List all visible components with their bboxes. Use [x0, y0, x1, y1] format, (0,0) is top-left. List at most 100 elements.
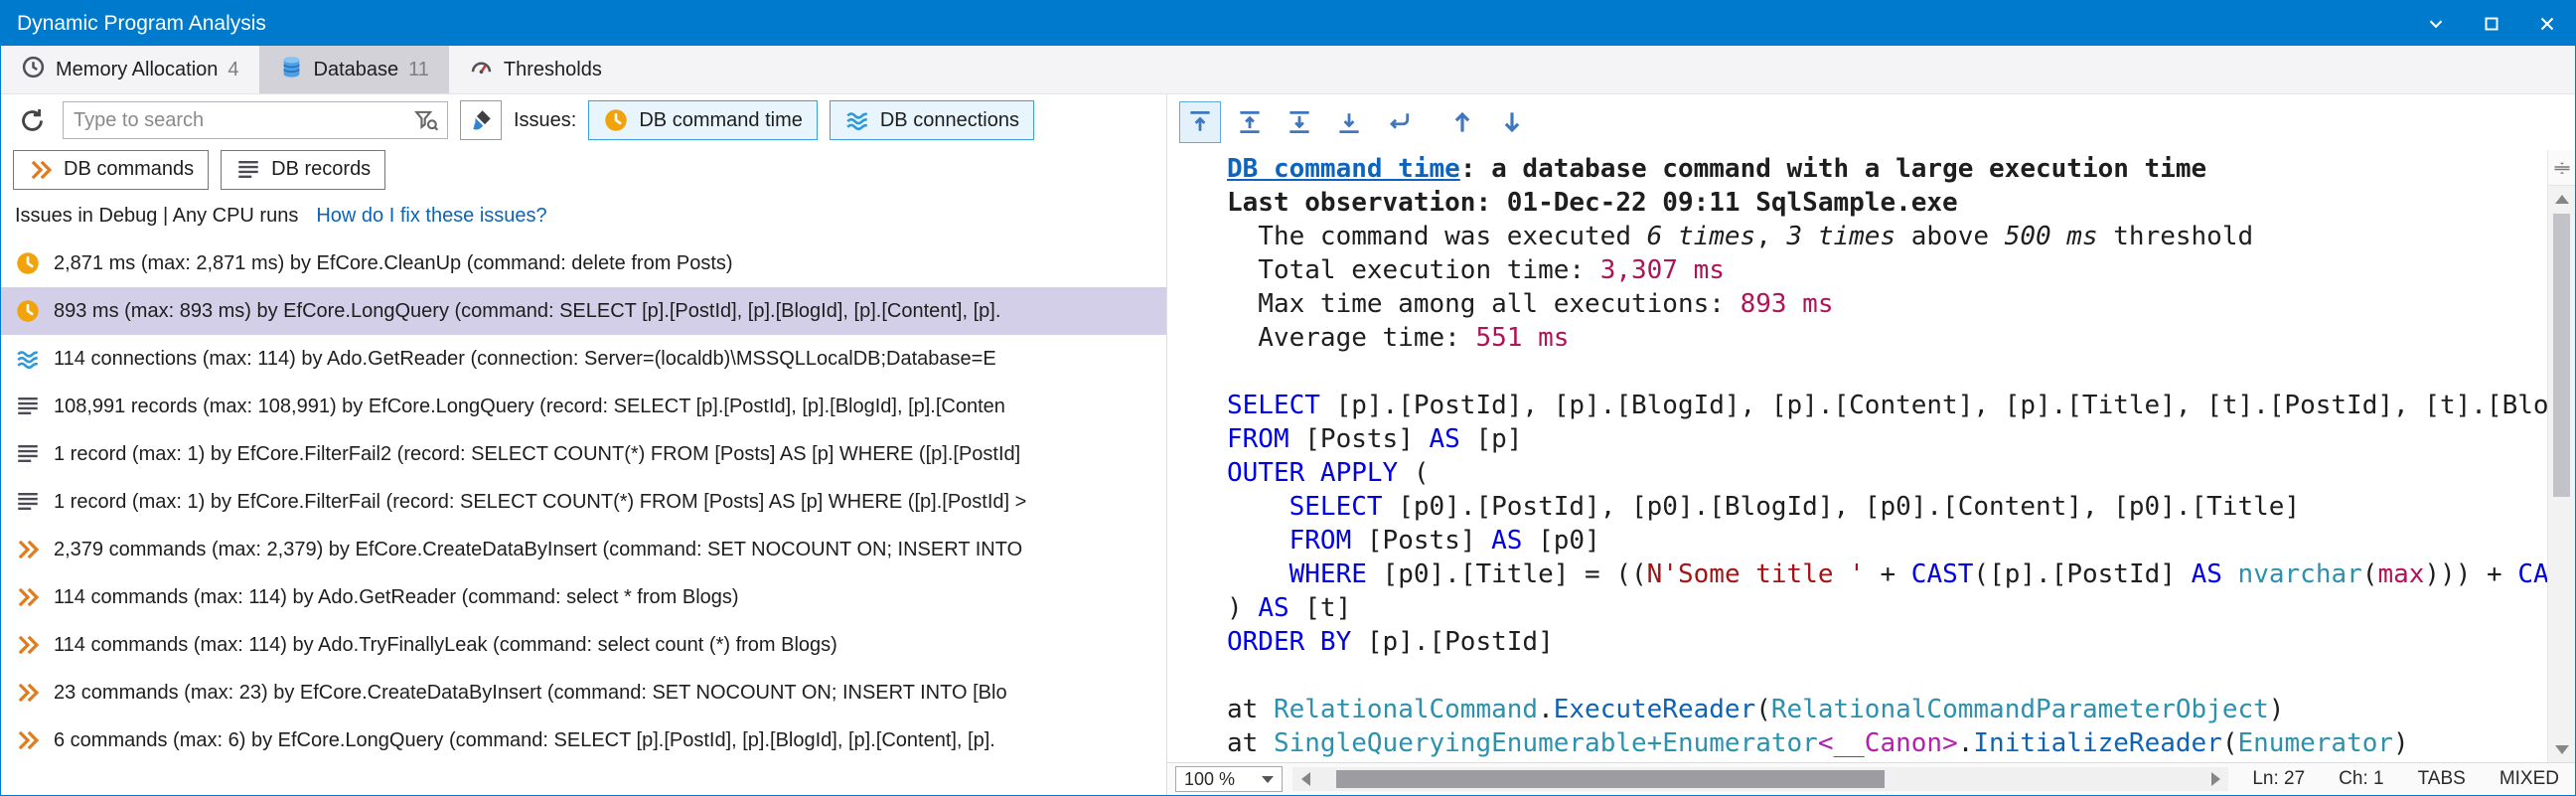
scroll-down-arrow[interactable] [2548, 736, 2575, 762]
search-input[interactable] [74, 109, 413, 132]
detail-body: DB command time: a database command with… [1167, 150, 2575, 762]
issues-panel: Issues: DB command timeDB connections DB… [1, 94, 1167, 795]
previous-issue-icon[interactable] [1441, 101, 1483, 143]
issue-row[interactable]: 1 record (max: 1) by EfCore.FilterFail (… [1, 478, 1166, 526]
maximize-icon[interactable] [2464, 1, 2519, 46]
tab-count-badge: 11 [408, 59, 429, 81]
issue-row[interactable]: 108,991 records (max: 108,991) by EfCore… [1, 383, 1166, 430]
database-icon [279, 55, 304, 85]
commands-icon [15, 680, 41, 706]
issue-row[interactable]: 114 connections (max: 114) by Ado.GetRea… [1, 335, 1166, 383]
issue-text: 1 record (max: 1) by EfCore.FilterFail2 … [54, 443, 1020, 466]
splitter-icon [2552, 158, 2572, 178]
encoding-indicator: MIXED [2500, 768, 2559, 790]
scroll-left-arrow[interactable] [1292, 767, 1318, 791]
list-header: Issues in Debug | Any CPU runs How do I … [1, 193, 1166, 239]
editor-splitter-handle[interactable] [2548, 150, 2575, 186]
commands-icon [15, 632, 41, 658]
issue-row[interactable]: 114 commands (max: 114) by Ado.TryFinall… [1, 621, 1166, 669]
code-line: The command was executed 6 times, 3 time… [1227, 220, 2547, 253]
issue-text: 23 commands (max: 23) by EfCore.CreateDa… [54, 682, 1007, 705]
tab-memory-allocation[interactable]: Memory Allocation 4 [1, 46, 259, 93]
status-labels: Ln: 27 Ch: 1 TABS MIXED [2252, 768, 2559, 790]
filter-db-connections[interactable]: DB connections [830, 100, 1034, 140]
close-icon[interactable] [2519, 1, 2575, 46]
records-icon [15, 441, 41, 467]
db-command-time-link[interactable]: DB command time [1227, 154, 1460, 184]
filter-db-commands[interactable]: DB commands [13, 150, 209, 190]
main-area: Issues: DB command timeDB connections DB… [1, 94, 2575, 795]
code-line: OUTER APPLY ( [1227, 456, 2547, 490]
code-line: Last observation: 01-Dec-22 09:11 SqlSam… [1227, 186, 2547, 220]
tab-label: Memory Allocation [56, 59, 218, 81]
issue-row[interactable]: 114 commands (max: 114) by Ado.GetReader… [1, 573, 1166, 621]
detail-panel: DB command time: a database command with… [1167, 94, 2575, 795]
runs-scope-label: Issues in Debug | Any CPU runs [15, 205, 298, 228]
issue-text: 6 commands (max: 6) by EfCore.LongQuery … [54, 729, 995, 752]
code-line: FROM [Posts] AS [p0] [1227, 524, 2547, 557]
issue-text: 114 commands (max: 114) by Ado.TryFinall… [54, 634, 837, 657]
tab-thresholds[interactable]: Thresholds [449, 46, 622, 93]
issue-row[interactable]: 2,379 commands (max: 2,379) by EfCore.Cr… [1, 526, 1166, 573]
collapse-to-bottom-icon[interactable] [1328, 101, 1370, 143]
code-line: ORDER BY [p].[PostId] [1227, 625, 2547, 659]
zoom-dropdown[interactable]: 100 % [1175, 766, 1283, 792]
issue-detail-text: DB command time: a database command with… [1167, 150, 2547, 762]
issue-text: 1 record (max: 1) by EfCore.FilterFail (… [54, 491, 1026, 514]
connections-icon [15, 346, 41, 372]
horizontal-scroll-track[interactable] [1318, 767, 2202, 791]
tab-count-badge: 4 [227, 59, 238, 81]
issue-row[interactable]: 893 ms (max: 893 ms) by EfCore.LongQuery… [1, 287, 1166, 335]
filter-label: DB commands [64, 158, 194, 181]
issue-row[interactable]: 6 commands (max: 6) by EfCore.LongQuery … [1, 716, 1166, 764]
window-title: Dynamic Program Analysis [17, 12, 266, 36]
next-issue-icon[interactable] [1491, 101, 1533, 143]
filter-label: DB records [271, 158, 371, 181]
issue-type-filters: DB command time DB connections [588, 100, 1034, 140]
tab-database[interactable]: Database11 [259, 46, 449, 93]
issue-row[interactable]: 2,871 ms (max: 2,871 ms) by EfCore.Clean… [1, 239, 1166, 287]
move-to-top-icon[interactable] [1229, 101, 1271, 143]
editor-status-bar: 100 % Ln: 27 Ch: 1 TABS MIXED [1167, 762, 2575, 795]
clock-icon [603, 107, 629, 133]
clock-icon [15, 298, 41, 324]
highlight-issues-button[interactable] [460, 100, 502, 140]
code-line [1227, 659, 2547, 693]
vertical-scroll-thumb[interactable] [2553, 214, 2570, 497]
chevron-down-icon [1262, 776, 1274, 783]
collapse-to-top-icon[interactable] [1179, 101, 1221, 143]
filter-db-command-time[interactable]: DB command time [588, 100, 818, 140]
vertical-scroll-track[interactable] [2548, 212, 2575, 736]
horizontal-scroll-thumb[interactable] [1336, 770, 1885, 788]
code-line: at RelationalCommand.ExecuteReader(Relat… [1227, 693, 2547, 726]
move-to-bottom-icon[interactable] [1279, 101, 1320, 143]
issue-text: 108,991 records (max: 108,991) by EfCore… [54, 396, 1005, 418]
code-line: Max time among all executions: 893 ms [1227, 287, 2547, 321]
scroll-right-arrow[interactable] [2202, 767, 2228, 791]
issue-row[interactable]: 1 record (max: 1) by EfCore.FilterFail2 … [1, 430, 1166, 478]
window-position-icon[interactable] [2408, 1, 2464, 46]
filter-toolbar-row2: DB commands DB records [1, 146, 1166, 193]
code-line: FROM [Posts] AS [p] [1227, 422, 2547, 456]
issue-text: 2,379 commands (max: 2,379) by EfCore.Cr… [54, 539, 1022, 561]
scroll-up-arrow[interactable] [2548, 186, 2575, 212]
filter-label: DB command time [639, 109, 803, 132]
filter-toolbar-row1: Issues: DB command timeDB connections [1, 94, 1166, 146]
filter-db-records[interactable]: DB records [221, 150, 385, 190]
issue-row[interactable]: 23 commands (max: 23) by EfCore.CreateDa… [1, 669, 1166, 716]
issue-text: 893 ms (max: 893 ms) by EfCore.LongQuery… [54, 300, 1000, 323]
zoom-value: 100 % [1184, 769, 1235, 790]
char-indicator: Ch: 1 [2339, 768, 2383, 790]
how-to-fix-link[interactable]: How do I fix these issues? [316, 205, 546, 228]
code-line: SELECT [p].[PostId], [p].[BlogId], [p].[… [1227, 389, 2547, 422]
code-line: at SingleQueryingEnumerable+Enumerator<_… [1227, 726, 2547, 760]
search-funnel-icon[interactable] [413, 107, 439, 133]
issue-text: 114 connections (max: 114) by Ado.GetRea… [54, 348, 996, 371]
wrap-return-icon[interactable] [1378, 101, 1420, 143]
commands-icon [15, 727, 41, 753]
code-line: DB command time: a database command with… [1227, 152, 2547, 186]
commands-icon [28, 157, 54, 183]
issue-type-filters-2: DB commands DB records [13, 150, 385, 190]
refresh-button[interactable] [13, 101, 51, 139]
issue-text: 2,871 ms (max: 2,871 ms) by EfCore.Clean… [54, 252, 733, 275]
